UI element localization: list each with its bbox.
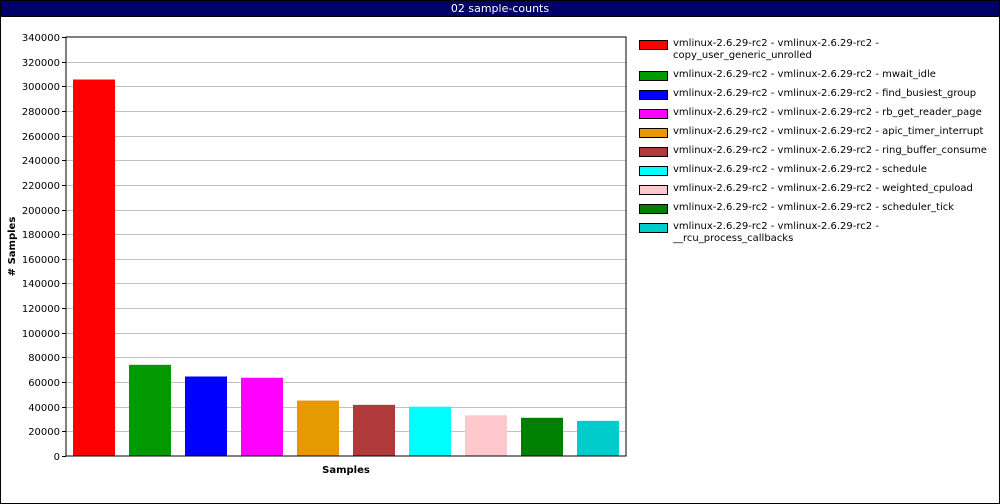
bar (465, 415, 507, 456)
legend-swatch (639, 109, 668, 119)
legend-label: vmlinux-2.6.29-rc2 - vmlinux-2.6.29-rc2 … (673, 164, 927, 175)
y-tick-label: 240000 (22, 156, 60, 167)
legend-item: vmlinux-2.6.29-rc2 - vmlinux-2.6.29-rc2 … (639, 145, 994, 157)
legend-swatch (639, 185, 668, 195)
legend-item: vmlinux-2.6.29-rc2 - vmlinux-2.6.29-rc2 … (639, 164, 994, 176)
chart-window: 02 sample-counts 0 20000 40000 60000 80000 10… (0, 0, 1000, 504)
bar (185, 376, 227, 456)
y-axis-ticks: 0 20000 40000 60000 80000 100000 120000 140000 1… (22, 33, 66, 463)
legend-item: vmlinux-2.6.29-rc2 - vmlinux-2.6.29-rc2 … (639, 88, 994, 100)
bar (521, 417, 563, 456)
bar (73, 79, 115, 456)
bar (577, 420, 619, 456)
legend-label: vmlinux-2.6.29-rc2 - vmlinux-2.6.29-rc2 … (673, 202, 955, 213)
y-tick-label: 320000 (22, 58, 60, 69)
legend-item: vmlinux-2.6.29-rc2 - vmlinux-2.6.29-rc2 … (639, 202, 994, 214)
legend-swatch (639, 71, 668, 81)
bar (353, 404, 395, 456)
window-title: 02 sample-counts (1, 1, 999, 17)
bar (129, 364, 171, 456)
bar (297, 400, 339, 456)
legend-label: vmlinux-2.6.29-rc2 - vmlinux-2.6.29-rc2 … (673, 69, 936, 80)
bars (73, 79, 619, 456)
y-tick-label: 120000 (22, 304, 60, 315)
y-tick-label: 200000 (22, 206, 60, 217)
y-tick-label: 260000 (22, 132, 60, 143)
y-tick-label: 140000 (22, 279, 60, 290)
legend-item: vmlinux-2.6.29-rc2 - vmlinux-2.6.29-rc2 … (639, 221, 994, 245)
y-tick-label: 60000 (28, 378, 60, 389)
legend-swatch (639, 166, 668, 176)
bar-chart: 0 20000 40000 60000 80000 100000 120000 140000 1… (7, 33, 627, 476)
y-tick-label: 180000 (22, 230, 60, 241)
legend-label: vmlinux-2.6.29-rc2 - vmlinux-2.6.29-rc2 … (673, 126, 984, 137)
y-tick-label: 280000 (22, 107, 60, 118)
legend: vmlinux-2.6.29-rc2 - vmlinux-2.6.29-rc2 … (639, 38, 994, 252)
legend-label: vmlinux-2.6.29-rc2 - vmlinux-2.6.29-rc2 … (673, 221, 879, 244)
y-tick-label: 100000 (22, 329, 60, 340)
legend-item: vmlinux-2.6.29-rc2 - vmlinux-2.6.29-rc2 … (639, 183, 994, 195)
legend-label: vmlinux-2.6.29-rc2 - vmlinux-2.6.29-rc2 … (673, 38, 879, 61)
y-axis-label: # Samples (7, 217, 18, 277)
y-tick-label: 300000 (22, 82, 60, 93)
legend-swatch (639, 90, 668, 100)
y-tick-label: 0 (54, 452, 60, 463)
y-tick-label: 80000 (28, 353, 60, 364)
legend-item: vmlinux-2.6.29-rc2 - vmlinux-2.6.29-rc2 … (639, 69, 994, 81)
legend-label: vmlinux-2.6.29-rc2 - vmlinux-2.6.29-rc2 … (673, 183, 973, 194)
legend-swatch (639, 40, 668, 50)
legend-swatch (639, 128, 668, 138)
legend-item: vmlinux-2.6.29-rc2 - vmlinux-2.6.29-rc2 … (639, 107, 994, 119)
legend-swatch (639, 204, 668, 214)
y-tick-label: 340000 (22, 33, 60, 44)
bar (409, 406, 451, 456)
legend-swatch (639, 223, 668, 233)
bar (241, 377, 283, 456)
legend-item: vmlinux-2.6.29-rc2 - vmlinux-2.6.29-rc2 … (639, 38, 994, 62)
legend-label: vmlinux-2.6.29-rc2 - vmlinux-2.6.29-rc2 … (673, 88, 977, 99)
legend-label: vmlinux-2.6.29-rc2 - vmlinux-2.6.29-rc2 … (673, 145, 987, 156)
y-tick-label: 160000 (22, 255, 60, 266)
y-tick-label: 220000 (22, 181, 60, 192)
y-tick-label: 20000 (28, 427, 60, 438)
legend-swatch (639, 147, 668, 157)
legend-label: vmlinux-2.6.29-rc2 - vmlinux-2.6.29-rc2 … (673, 107, 982, 118)
y-tick-label: 40000 (28, 403, 60, 414)
legend-item: vmlinux-2.6.29-rc2 - vmlinux-2.6.29-rc2 … (639, 126, 994, 138)
x-axis-label: Samples (322, 465, 370, 476)
